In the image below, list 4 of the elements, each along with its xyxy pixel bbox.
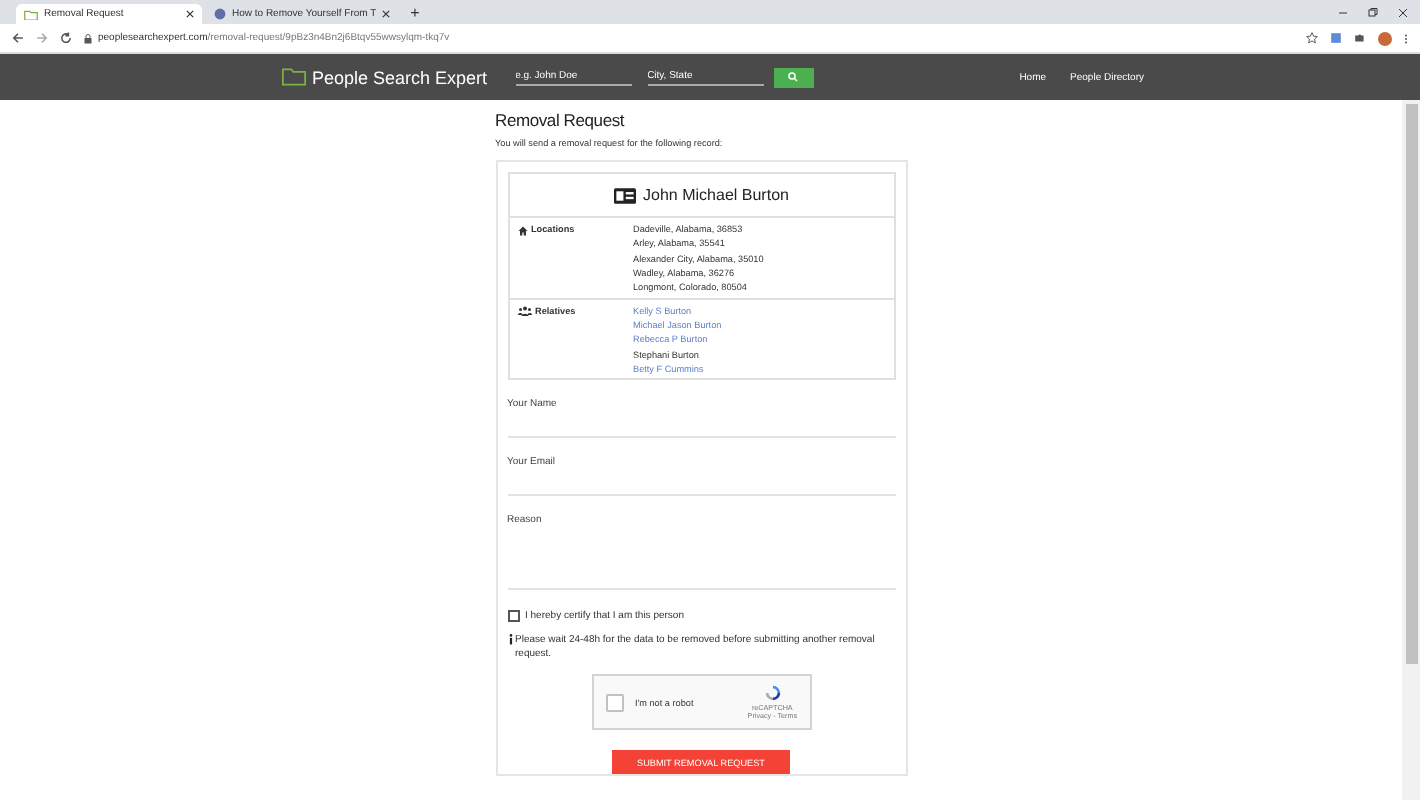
page-title: Removal Request bbox=[495, 110, 627, 130]
site-logo[interactable]: People Search Expert bbox=[282, 67, 488, 87]
new-tab-button[interactable]: + bbox=[402, 4, 428, 24]
record-name: John Michael Burton bbox=[643, 186, 789, 204]
